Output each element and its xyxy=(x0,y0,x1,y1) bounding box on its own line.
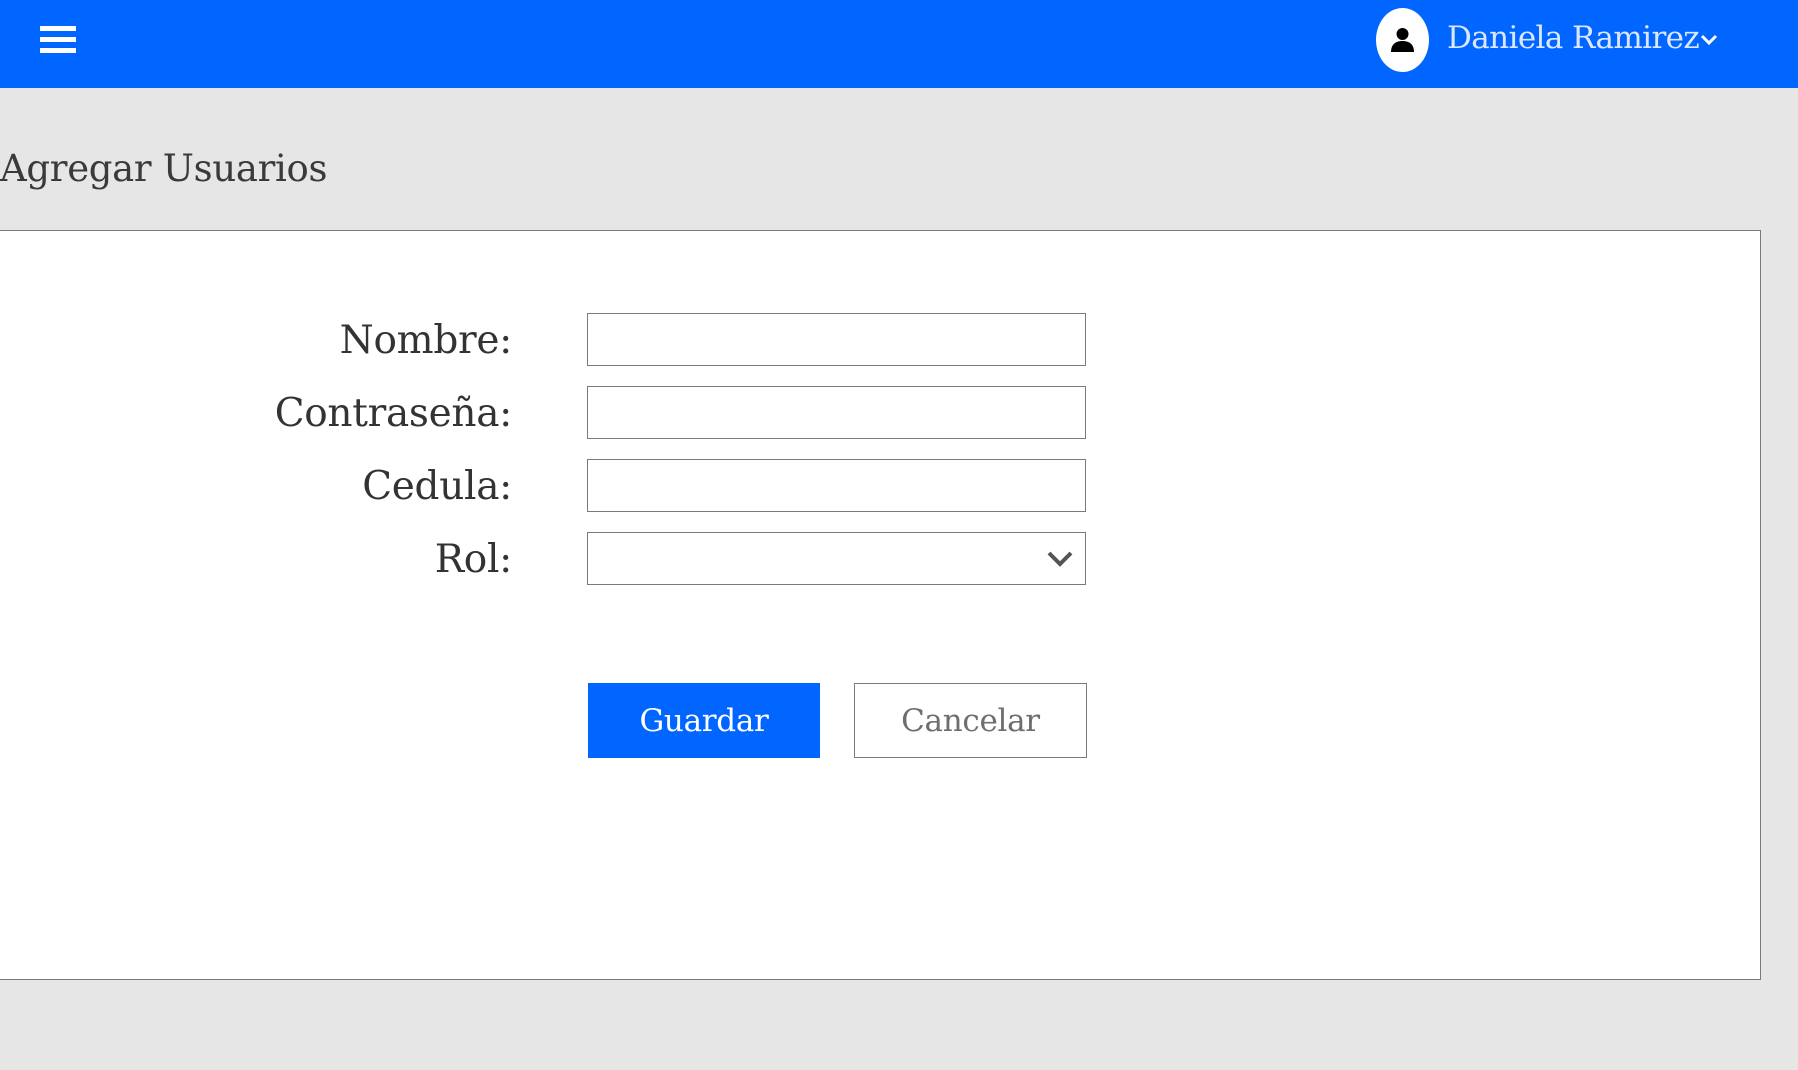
chevron-down-icon[interactable] xyxy=(1700,34,1718,46)
user-icon xyxy=(1391,28,1414,52)
form-panel: Nombre: Contraseña: Cedula: Rol: xyxy=(0,230,1761,980)
top-bar: Daniela Ramirez xyxy=(0,0,1798,88)
cancel-button[interactable]: Cancelar xyxy=(854,683,1087,758)
contrasena-label: Contraseña: xyxy=(274,391,513,436)
rol-label: Rol: xyxy=(434,537,513,582)
avatar xyxy=(1376,8,1429,72)
page-title: Agregar Usuarios xyxy=(0,147,328,190)
hamburger-line xyxy=(40,48,76,53)
cedula-label: Cedula: xyxy=(362,464,512,509)
nombre-label: Nombre: xyxy=(339,318,513,363)
hamburger-line xyxy=(40,37,76,42)
nombre-input[interactable] xyxy=(587,313,1086,366)
save-button[interactable]: Guardar xyxy=(588,683,820,758)
cedula-input[interactable] xyxy=(587,459,1086,512)
hamburger-menu-icon[interactable] xyxy=(40,24,76,56)
rol-select[interactable] xyxy=(587,532,1086,585)
contrasena-input[interactable] xyxy=(587,386,1086,439)
chevron-down-icon xyxy=(1047,551,1073,567)
hamburger-line xyxy=(40,26,76,31)
user-name: Daniela Ramirez xyxy=(1447,20,1700,56)
user-menu[interactable]: Daniela Ramirez xyxy=(1376,8,1736,72)
